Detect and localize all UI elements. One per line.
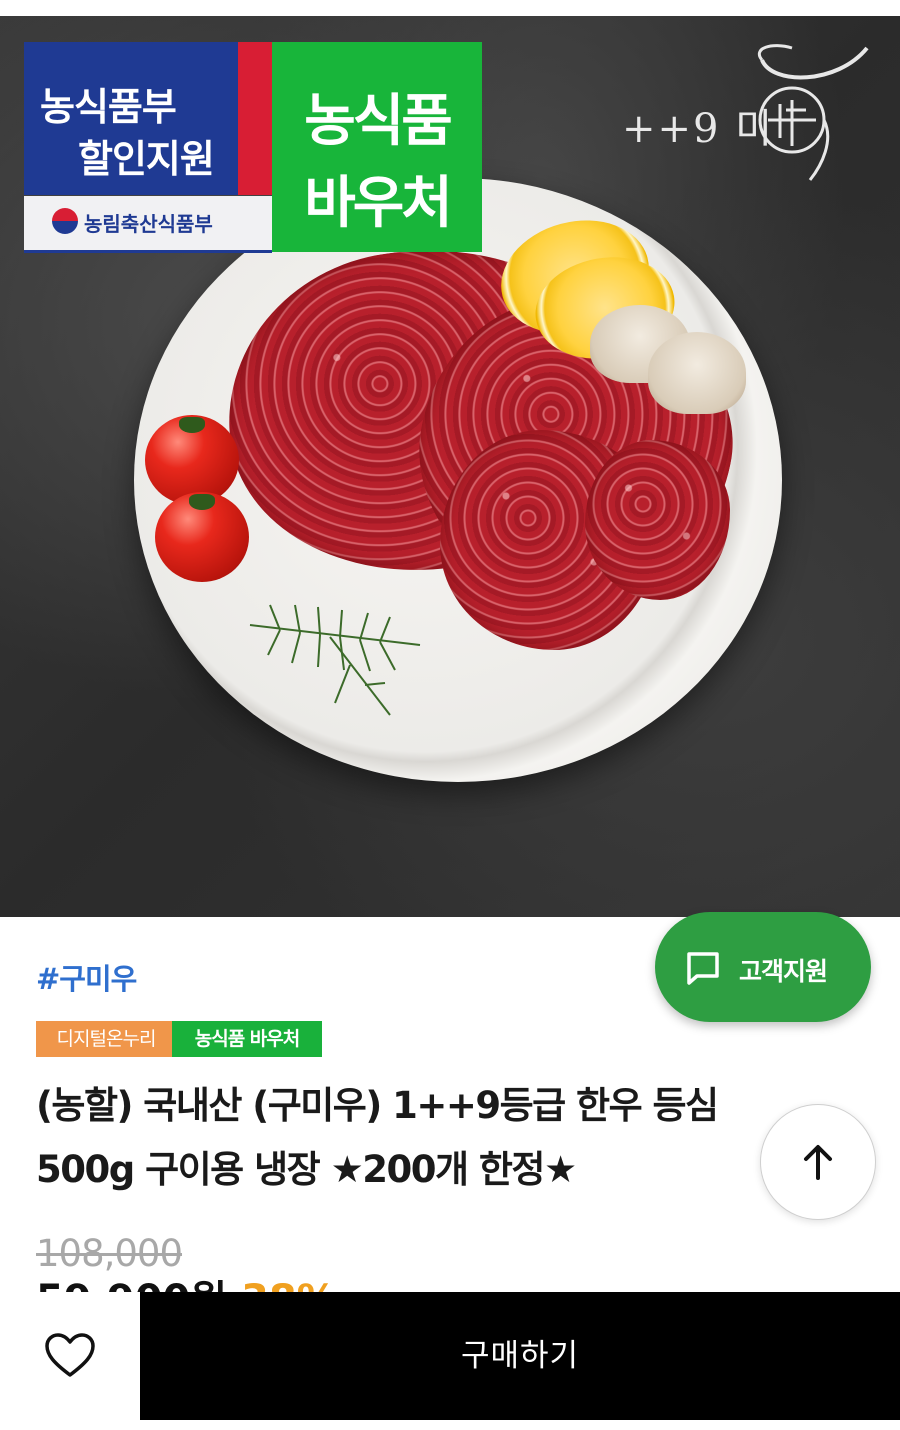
product-title: (농할) 국내산 (구미우) 1++9등급 한우 등심 500g 구이용 냉장 …: [36, 1074, 876, 1202]
badge-line2: 할인지원: [78, 137, 215, 181]
top-gap: [0, 0, 900, 16]
voucher-line1: 농식품: [304, 89, 453, 154]
heart-outline-icon: [45, 1333, 95, 1377]
rosemary-sprig: [249, 604, 421, 716]
tag-agri-voucher: 농식품 바우처: [172, 1021, 322, 1057]
tomato-top: [145, 415, 239, 505]
product-title-line1: (농할) 국내산 (구미우) 1++9등급 한우 등심: [36, 1084, 719, 1127]
badge-red-strip: [238, 42, 272, 195]
scroll-to-top-button[interactable]: [760, 1104, 876, 1220]
product-title-line2: 500g 구이용 냉장 ★200개 한정★: [36, 1148, 577, 1191]
arrow-up-icon: [804, 1145, 832, 1180]
badge-line1: 농식품부: [40, 85, 177, 129]
original-price: 108,000: [36, 1232, 183, 1275]
tag-digital-onnuri: 디지털온누리: [36, 1021, 176, 1057]
mushroom-2: [648, 332, 746, 414]
ministry-label: 농림축산식품부: [24, 196, 272, 253]
buy-button[interactable]: 구매하기: [140, 1292, 900, 1420]
agri-discount-badge: 농식품부 할인지원: [24, 42, 238, 195]
bottom-action-bar: 구매하기: [0, 1292, 900, 1430]
chat-bubble-icon: [687, 952, 719, 985]
voucher-line2: 바우처: [304, 171, 453, 236]
brand-logo: ++9 미: [622, 40, 882, 190]
brand-name: ++9 미: [622, 106, 774, 152]
customer-support-button[interactable]: 고객지원: [655, 912, 871, 1022]
tomato-bottom: [155, 492, 249, 582]
taegeuk-emblem-icon: [52, 208, 78, 234]
ministry-name: 농림축산식품부: [84, 212, 213, 236]
brand-hashtag-link[interactable]: #구미우: [36, 956, 137, 998]
voucher-badge: 농식품 바우처: [272, 42, 482, 252]
product-image: 농식품부 할인지원 농림축산식품부 농식품 바우처 ++9 미: [0, 0, 900, 917]
customer-support-label: 고객지원: [739, 957, 828, 986]
wishlist-button[interactable]: [0, 1292, 140, 1420]
